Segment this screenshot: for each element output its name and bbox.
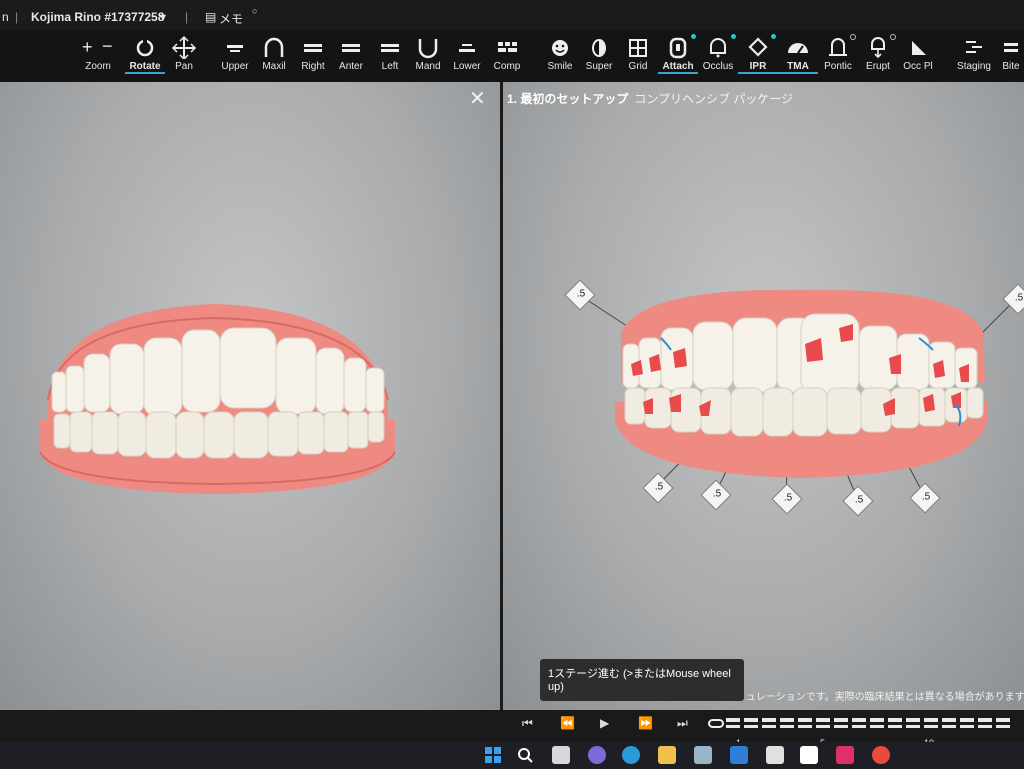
rotate-icon	[136, 38, 154, 57]
status-dot	[890, 34, 896, 40]
memo-label[interactable]: メモ	[219, 10, 243, 27]
disclaimer-text: ュレーションです。実際の臨床結果とは異なる場合があります。	[746, 692, 1024, 703]
maxil-view-button[interactable]: Maxil	[254, 30, 294, 80]
task-view-icon[interactable]	[552, 746, 570, 764]
pan-button[interactable]: Pan	[164, 30, 204, 80]
initial-teeth-model[interactable]	[0, 82, 500, 710]
upper-view-button[interactable]: Upper	[215, 30, 255, 80]
staging-button[interactable]: Staging	[952, 30, 996, 80]
play-icon[interactable]: ▶	[600, 716, 609, 730]
setup-teeth-model[interactable]	[503, 82, 1024, 710]
stage-zero-marker[interactable]	[708, 718, 726, 730]
upper-icon	[227, 45, 243, 52]
mail-icon[interactable]	[730, 746, 748, 764]
app-window: n | Kojima Rino #17377258 ▾ | ▤ メモ ○ + − …	[0, 0, 1024, 769]
playback-bar: ⏮ ⏪ ▶ ⏩ ⏭ 1 5 10	[0, 710, 1024, 748]
ipr-button[interactable]: IPR	[738, 30, 778, 80]
pontic-button[interactable]: Pontic	[818, 30, 858, 80]
occ-plane-button[interactable]: Occ Pl	[898, 30, 938, 80]
file-explorer-icon[interactable]	[658, 746, 676, 764]
left-view-button[interactable]: Left	[370, 30, 410, 80]
status-dot	[731, 34, 736, 39]
status-dot-icon: ○	[252, 6, 258, 16]
zoom-button[interactable]: + − Zoom	[78, 30, 118, 80]
skip-to-start-icon[interactable]: ⏮	[522, 716, 533, 731]
tooltip: 1ステージ進む (>またはMouse wheel up)	[540, 659, 744, 701]
left-icon	[381, 44, 399, 52]
status-dot	[691, 34, 696, 39]
status-dot	[771, 34, 776, 39]
chrome-icon[interactable]	[872, 746, 890, 764]
mand-view-button[interactable]: Mand	[408, 30, 448, 80]
right-icon	[304, 44, 322, 52]
separator: |	[185, 10, 189, 24]
anter-view-button[interactable]: Anter	[331, 30, 371, 80]
right-view-button[interactable]: Right	[293, 30, 333, 80]
title-fragment: n	[2, 10, 9, 24]
grid-button[interactable]: Grid	[618, 30, 658, 80]
mand-icon	[418, 39, 438, 59]
e-app-icon[interactable]	[836, 746, 854, 764]
super-icon	[592, 39, 606, 57]
pan-icon	[171, 35, 197, 59]
comp-view-button[interactable]: Comp	[487, 30, 527, 80]
initial-3d-view[interactable]	[0, 82, 500, 710]
memo-icon[interactable]: ▤	[205, 10, 216, 24]
edge-icon[interactable]	[622, 746, 640, 764]
smile-icon	[552, 40, 568, 56]
teams-icon[interactable]	[588, 746, 606, 764]
store-icon[interactable]	[766, 746, 784, 764]
title-bar: n | Kojima Rino #17377258 ▾ | ▤ メモ ○	[0, 0, 1024, 34]
svg-text:+: +	[82, 37, 93, 57]
taskbar	[0, 742, 1024, 769]
grid-icon	[629, 39, 647, 57]
close-icon[interactable]: ✕	[469, 86, 486, 111]
step-forward-icon[interactable]: ⏩	[638, 716, 653, 730]
superimpose-button[interactable]: Super	[579, 30, 619, 80]
comp-icon	[498, 42, 517, 52]
k-app-icon[interactable]	[800, 746, 818, 764]
tma-button[interactable]: TMA	[778, 30, 818, 80]
separator: |	[15, 10, 19, 24]
step-back-icon[interactable]: ⏪	[560, 716, 575, 730]
lower-view-button[interactable]: Lower	[447, 30, 487, 80]
windows-start-icon[interactable]	[484, 746, 502, 764]
status-dot	[850, 34, 856, 40]
toolbar: + − Zoom Rotate Pan Upper Maxil Right Ant…	[0, 30, 1024, 82]
occlus-button[interactable]: Occlus	[698, 30, 738, 80]
stage-title: 1. 最初のセットアップ コンプリヘンシブ パッケージ	[507, 90, 793, 107]
zoom-icon: + −	[82, 36, 113, 57]
skip-to-end-icon[interactable]: ⏭	[677, 716, 688, 731]
bite-button[interactable]: Bite	[996, 30, 1024, 80]
search-icon[interactable]	[516, 746, 534, 764]
setup-3d-view[interactable]	[503, 82, 1024, 710]
stage-title-main: 1. 最初のセットアップ	[507, 92, 629, 106]
lower-icon	[459, 44, 475, 52]
tma-icon	[788, 43, 808, 54]
bite-icon	[1004, 43, 1018, 52]
maxil-icon	[264, 37, 284, 57]
patient-name[interactable]: Kojima Rino #17377258	[31, 10, 164, 24]
network-app-icon[interactable]	[694, 746, 712, 764]
staging-icon	[966, 41, 982, 53]
rotate-button[interactable]: Rotate	[125, 30, 165, 80]
svg-text:−: −	[102, 36, 113, 56]
stage-title-sub: コンプリヘンシブ パッケージ	[634, 92, 794, 106]
occ-plane-icon	[912, 41, 926, 55]
chevron-down-icon[interactable]: ▾	[160, 10, 166, 24]
erupt-button[interactable]: Erupt	[858, 30, 898, 80]
smile-button[interactable]: Smile	[540, 30, 580, 80]
attach-button[interactable]: Attach	[658, 30, 698, 80]
anter-icon	[342, 44, 360, 52]
